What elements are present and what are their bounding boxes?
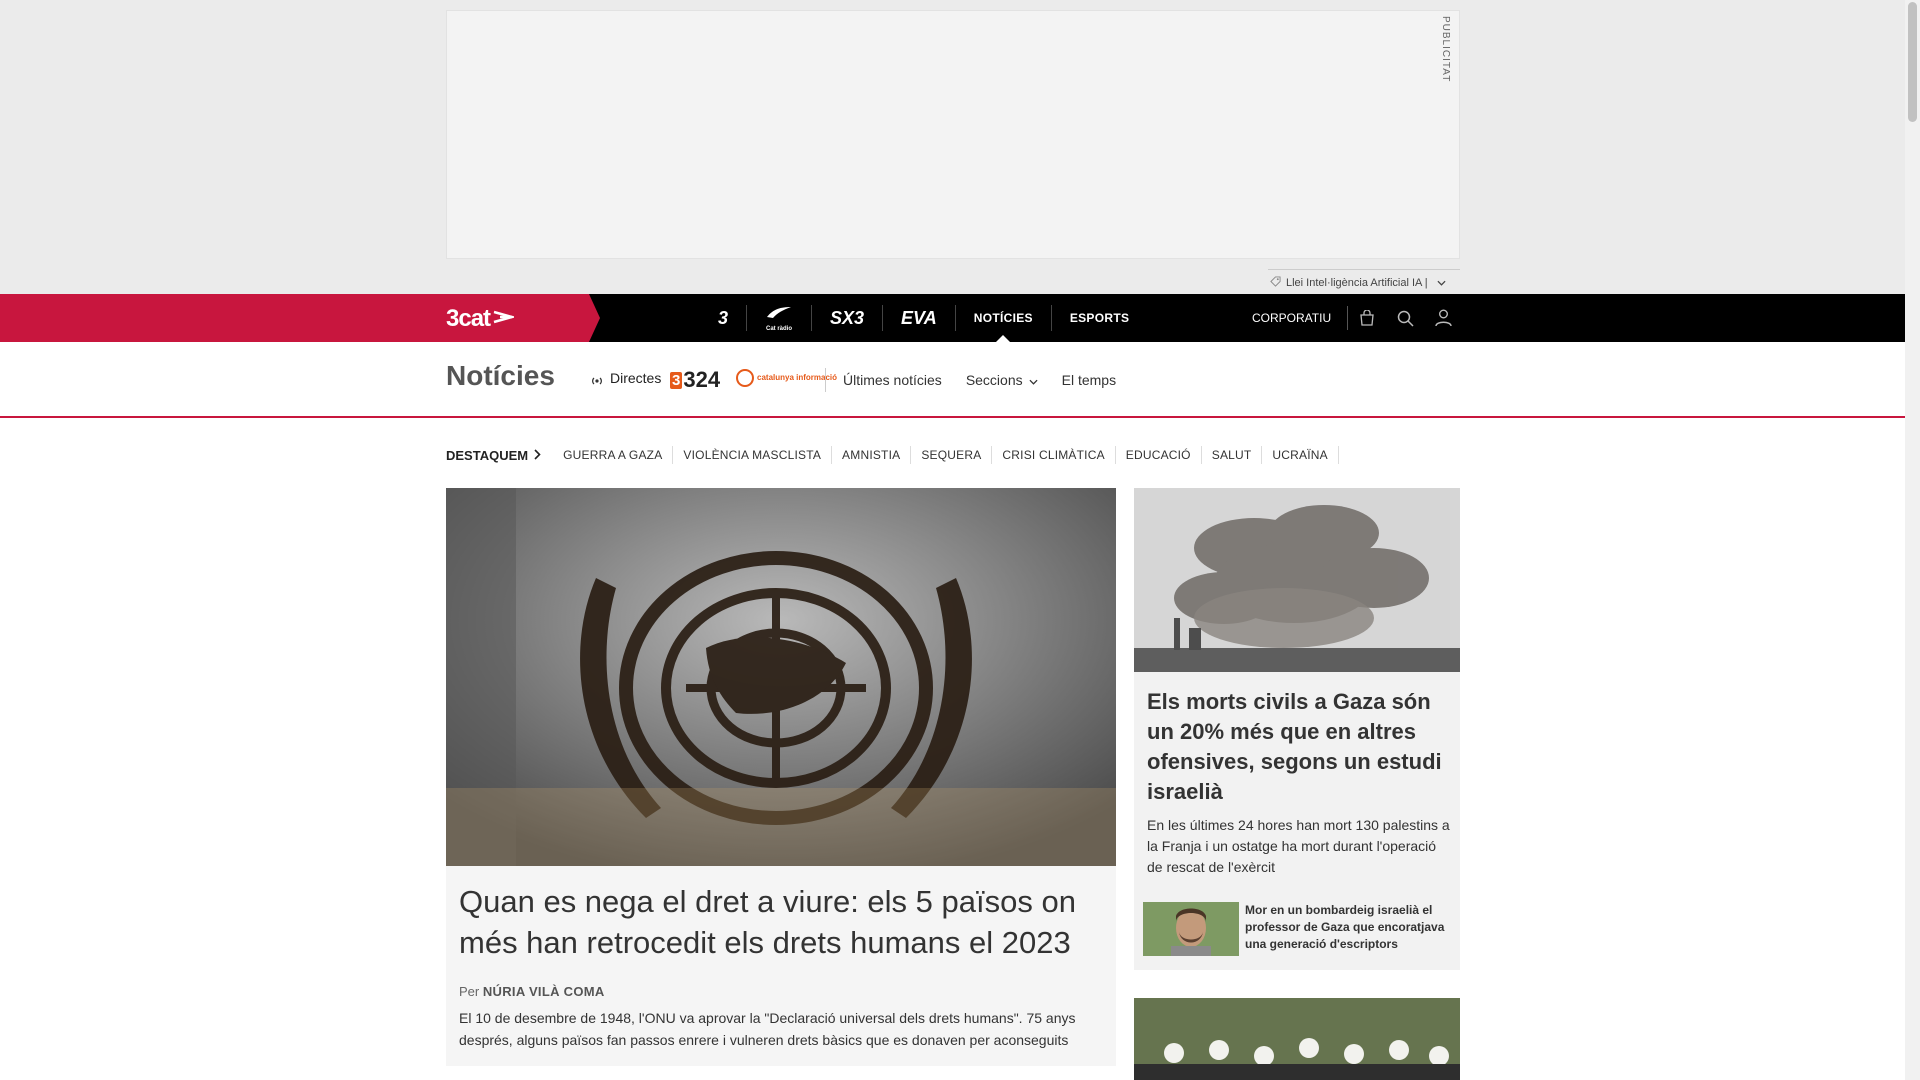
channel-catradio-label: Cat ràdio [766,325,793,332]
nav-seccions[interactable]: Seccions [949,372,1038,388]
channel-esports[interactable]: ESPORTS [1052,305,1147,331]
byline: Per NÚRIA VILÀ COMA [459,984,605,999]
ad-banner[interactable] [446,10,1460,259]
side-article-summary: En les últimes 24 hores han mort 130 pal… [1147,817,1450,875]
channel-eva[interactable]: EVA [883,305,956,331]
main-article-summary: El 10 de desembre de 1948, l'ONU va apro… [459,1010,1076,1048]
live-label: Directes [610,370,662,386]
live-broadcast-icon [590,373,602,385]
scrollbar-thumb[interactable] [1908,2,1917,122]
logo-324[interactable]: 3 324 [670,367,720,393]
logo-324-text: 324 [683,367,721,392]
nav-seccions-label: Seccions [965,372,1023,388]
ad-label: PUBLICITAT [1440,16,1451,83]
chevron-right-icon [534,448,541,463]
brand-logo[interactable]: 3cat [446,305,517,333]
section-nav: Últimes notícies Seccions El temps [825,368,1123,392]
chevron-down-icon [1029,372,1038,388]
byline-prefix: Per [459,984,480,999]
search-icon[interactable] [1386,294,1424,342]
logo-324-mark: 3 [670,371,683,389]
ai-law-label: Llei Intel·ligència Artificial IA | [1286,276,1428,289]
ad-area: PUBLICITAT Llei Intel·ligència Artificia… [0,0,1905,294]
page: PUBLICITAT Llei Intel·ligència Artificia… [0,0,1905,1080]
catradio-logo: Cat ràdio [765,305,793,332]
live-link[interactable]: Directes [590,370,661,386]
nav-ultimes-noticies-label: Últimes notícies [843,372,942,388]
ai-law-note[interactable]: Llei Intel·ligència Artificial IA | [1268,269,1460,295]
highlights-label-text: DESTAQUEM [446,447,529,463]
corporate-link[interactable]: CORPORATIU [1252,306,1349,330]
side-article-card: Els morts civils a Gaza són un 20% més q… [1134,672,1460,970]
highlight-link[interactable]: VIOLÈNCIA MASCLISTA [673,446,833,464]
related-article-thumbnail[interactable] [1143,902,1239,956]
channel-esports-label: ESPORTS [1069,311,1130,325]
section-header: Notícies Directes 3 324 catalunya inform… [0,342,1905,418]
main-article-image[interactable] [446,488,1116,866]
related-article-title[interactable]: Mor en un bombardeig israelià el profess… [1245,902,1453,958]
user-icon[interactable] [1424,294,1462,342]
ci-circle-icon [736,369,754,387]
brand-name: 3cat [446,305,491,332]
highlight-link[interactable]: EDUCACIÓ [1116,446,1202,464]
channel-noticies[interactable]: NOTÍCIES [956,305,1052,342]
second-side-article-image[interactable] [1134,998,1460,1080]
channel-tv3-label: 3 [718,307,729,328]
nav-el-temps[interactable]: El temps [1045,372,1116,388]
main-article-title[interactable]: Quan es nega el dret a viure: els 5 païs… [459,881,1099,963]
top-right-tools: CORPORATIU [1252,294,1462,342]
highlights-label[interactable]: DESTAQUEM [446,448,541,463]
chevron-down-icon [1437,277,1446,289]
logo-catalunya-informacio[interactable]: catalunya informació [736,369,837,387]
highlight-link[interactable]: SALUT [1202,446,1263,464]
vertical-scrollbar[interactable] [1905,0,1920,1080]
nav-el-temps-label: El temps [1061,372,1117,388]
highlight-link[interactable]: UCRAÏNA [1262,446,1339,464]
nav-ultimes-noticies[interactable]: Últimes notícies [826,372,942,388]
channel-sx3-label: SX3 [830,307,865,328]
side-article-image[interactable] [1134,488,1460,672]
highlight-link[interactable]: AMNISTIA [832,446,912,464]
tag-icon [1270,275,1281,290]
shopping-bag-icon[interactable] [1348,294,1386,342]
side-article-title[interactable]: Els morts civils a Gaza són un 20% més q… [1147,687,1447,807]
highlight-link[interactable]: SEQUERA [911,446,993,464]
channel-noticies-label: NOTÍCIES [973,311,1033,325]
related-article[interactable]: Mor en un bombardeig israelià el profess… [1143,902,1453,958]
main-article-card: Quan es nega el dret a viure: els 5 païs… [446,866,1116,1066]
channel-sx3[interactable]: SX3 [812,305,884,331]
play-arrow-icon [492,310,517,329]
highlight-link[interactable]: CRISI CLIMÀTICA [992,446,1116,464]
channel-tv3[interactable]: 3 [700,305,748,331]
highlight-link[interactable]: GUERRA A GAZA [553,446,674,464]
highlights-bar: DESTAQUEM GUERRA A GAZA VIOLÈNCIA MASCLI… [446,445,1339,465]
author-name[interactable]: NÚRIA VILÀ COMA [483,984,605,999]
top-navigation: 3cat 3 Cat ràdio SX3 EVA NOTÍCIES ESPORT… [0,294,1905,342]
section-title[interactable]: Notícies [446,360,555,392]
channel-list: 3 Cat ràdio SX3 EVA NOTÍCIES ESPORTS [700,294,1147,342]
channel-catradio[interactable]: Cat ràdio [747,305,813,332]
channel-eva-label: EVA [901,307,937,328]
